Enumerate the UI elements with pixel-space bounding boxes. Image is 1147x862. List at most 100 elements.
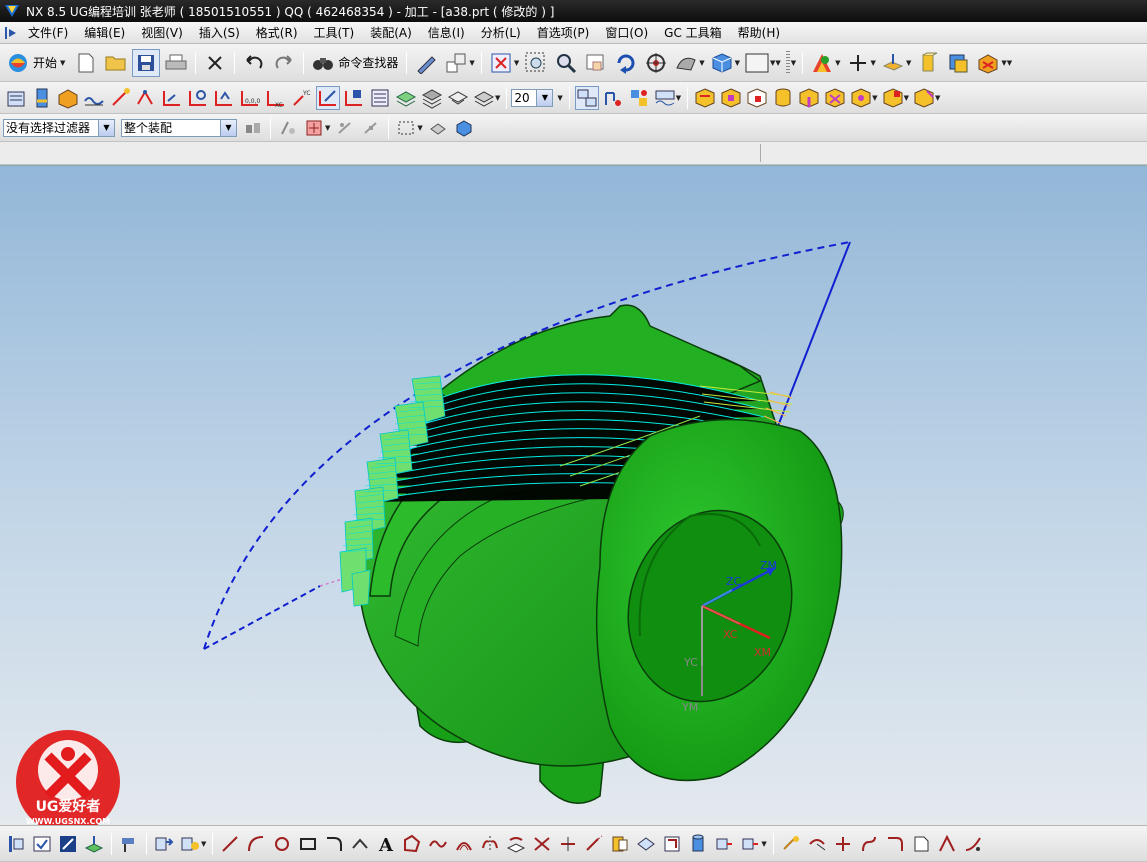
extend-curve-button[interactable] (582, 832, 606, 856)
feature-op-3-button[interactable] (745, 86, 769, 110)
create-tool-button[interactable] (30, 86, 54, 110)
delete-button[interactable] (201, 49, 229, 77)
point-sketch-button[interactable] (348, 832, 372, 856)
component-select-button[interactable] (241, 116, 265, 140)
feature-op-2-button[interactable] (719, 86, 743, 110)
copy-to-layer-button[interactable] (446, 86, 470, 110)
circle-button[interactable] (270, 832, 294, 856)
fillet-curve-button[interactable] (883, 832, 907, 856)
move-object-button[interactable] (442, 49, 470, 77)
sketch-button[interactable] (4, 832, 28, 856)
create-method-button[interactable] (82, 86, 106, 110)
menu-file[interactable]: 文件(F) (20, 23, 76, 43)
menu-tools[interactable]: 工具(T) (306, 23, 363, 43)
dropdown-icon[interactable]: ▼ (775, 59, 780, 67)
reattach-button[interactable] (117, 832, 141, 856)
geometry-view-button[interactable] (627, 86, 651, 110)
tangent-button[interactable] (857, 832, 881, 856)
line-button[interactable] (218, 832, 242, 856)
trim-curve-button[interactable] (556, 832, 580, 856)
new-button[interactable] (72, 49, 100, 77)
menu-window[interactable]: 窗口(O) (597, 23, 656, 43)
operation-navigator-button[interactable] (574, 85, 599, 110)
fit-button[interactable] (487, 49, 515, 77)
sketch-name-button[interactable] (56, 832, 80, 856)
convert-reference-button[interactable] (935, 832, 959, 856)
delay-evaluation-button[interactable] (178, 832, 202, 856)
postprocess-button[interactable]: XC (264, 86, 288, 110)
redo-button[interactable] (270, 49, 298, 77)
rotate-button[interactable] (612, 49, 640, 77)
print-button[interactable] (162, 49, 190, 77)
menu-format[interactable]: 格式(R) (248, 23, 306, 43)
feature-op-9-button[interactable] (912, 86, 936, 110)
create-program-button[interactable] (4, 86, 28, 110)
point-constructor-button[interactable] (302, 116, 326, 140)
move-to-layer-button[interactable] (420, 86, 444, 110)
mirror-curve-button[interactable] (478, 832, 502, 856)
geometric-constraint-button[interactable] (805, 832, 829, 856)
extrude-sketch-button[interactable] (686, 832, 710, 856)
zoom-button[interactable] (522, 49, 550, 77)
generate-path-button[interactable] (134, 86, 158, 110)
datum-plane-button[interactable] (879, 49, 907, 77)
feature-op-1-button[interactable] (693, 86, 717, 110)
quick-extend-button[interactable] (634, 832, 658, 856)
background-button[interactable] (743, 49, 771, 77)
feature-op-4-button[interactable] (771, 86, 795, 110)
fillet-button[interactable] (322, 832, 346, 856)
wcs-orient-button[interactable] (342, 86, 366, 110)
orient-to-sketch-button[interactable] (82, 832, 106, 856)
menu-preferences[interactable]: 首选项(P) (529, 23, 598, 43)
intersection-curve-button[interactable] (530, 832, 554, 856)
feature-op-8-button[interactable] (881, 86, 905, 110)
project-curve-button[interactable] (504, 832, 528, 856)
rectangle-button[interactable] (296, 832, 320, 856)
edit-object-button[interactable] (412, 49, 440, 77)
polygon-button[interactable] (400, 832, 424, 856)
alternate-solution-button[interactable] (961, 832, 985, 856)
text-button[interactable]: A (374, 832, 398, 856)
graphics-window[interactable]: ZM ZC XC XM YC YM UG爱好者 WWW.UGSNX.COM (0, 165, 1147, 825)
dropdown-icon[interactable]: ▼ (791, 59, 796, 67)
menu-view[interactable]: 视图(V) (133, 23, 191, 43)
machine-tool-view-button[interactable] (601, 86, 625, 110)
layer-category-button[interactable] (472, 86, 496, 110)
derived-line-button[interactable] (608, 832, 632, 856)
menu-information[interactable]: 信息(I) (420, 23, 473, 43)
save-button[interactable] (132, 48, 161, 77)
work-layer-select[interactable]: 20 ▼ (511, 88, 554, 107)
arc-button[interactable] (244, 832, 268, 856)
point-button[interactable] (844, 49, 872, 77)
simulate-machine-button[interactable]: 0,0,0 (238, 86, 262, 110)
create-operation-button[interactable] (108, 86, 132, 110)
replay-path-button[interactable] (160, 86, 184, 110)
dropdown-icon[interactable]: ▼ (1007, 59, 1012, 67)
open-button[interactable] (102, 49, 130, 77)
make-corner-button[interactable] (660, 832, 684, 856)
dropdown-icon[interactable]: ▼ (557, 94, 562, 102)
visible-layers-button[interactable] (394, 86, 418, 110)
analysis-button[interactable] (808, 49, 836, 77)
wave-button[interactable] (974, 49, 1002, 77)
shop-docs-button[interactable]: YC (290, 86, 314, 110)
layer-settings-button[interactable] (368, 86, 392, 110)
cylinder-front-face[interactable] (595, 418, 843, 782)
list-path-button[interactable] (186, 86, 210, 110)
menu-insert[interactable]: 插入(S) (191, 23, 248, 43)
offset-curve-button[interactable] (452, 832, 476, 856)
snap-point-button[interactable] (276, 116, 300, 140)
menu-gc-toolkit[interactable]: GC 工具箱 (656, 23, 730, 43)
menu-grip-icon[interactable] (2, 24, 20, 42)
create-geometry-button[interactable] (56, 86, 80, 110)
extrude-button[interactable] (914, 49, 942, 77)
feature-op-7-button[interactable] (849, 86, 873, 110)
rendering-style-button[interactable] (672, 49, 700, 77)
toolbar-grip[interactable] (785, 50, 790, 75)
show-hide-button[interactable] (426, 116, 450, 140)
midpoint-snap-button[interactable] (359, 116, 383, 140)
spline-button[interactable] (426, 832, 450, 856)
feature-op-6-button[interactable] (823, 86, 847, 110)
menu-assembly[interactable]: 装配(A) (362, 23, 420, 43)
revolve-sketch-button[interactable] (712, 832, 736, 856)
